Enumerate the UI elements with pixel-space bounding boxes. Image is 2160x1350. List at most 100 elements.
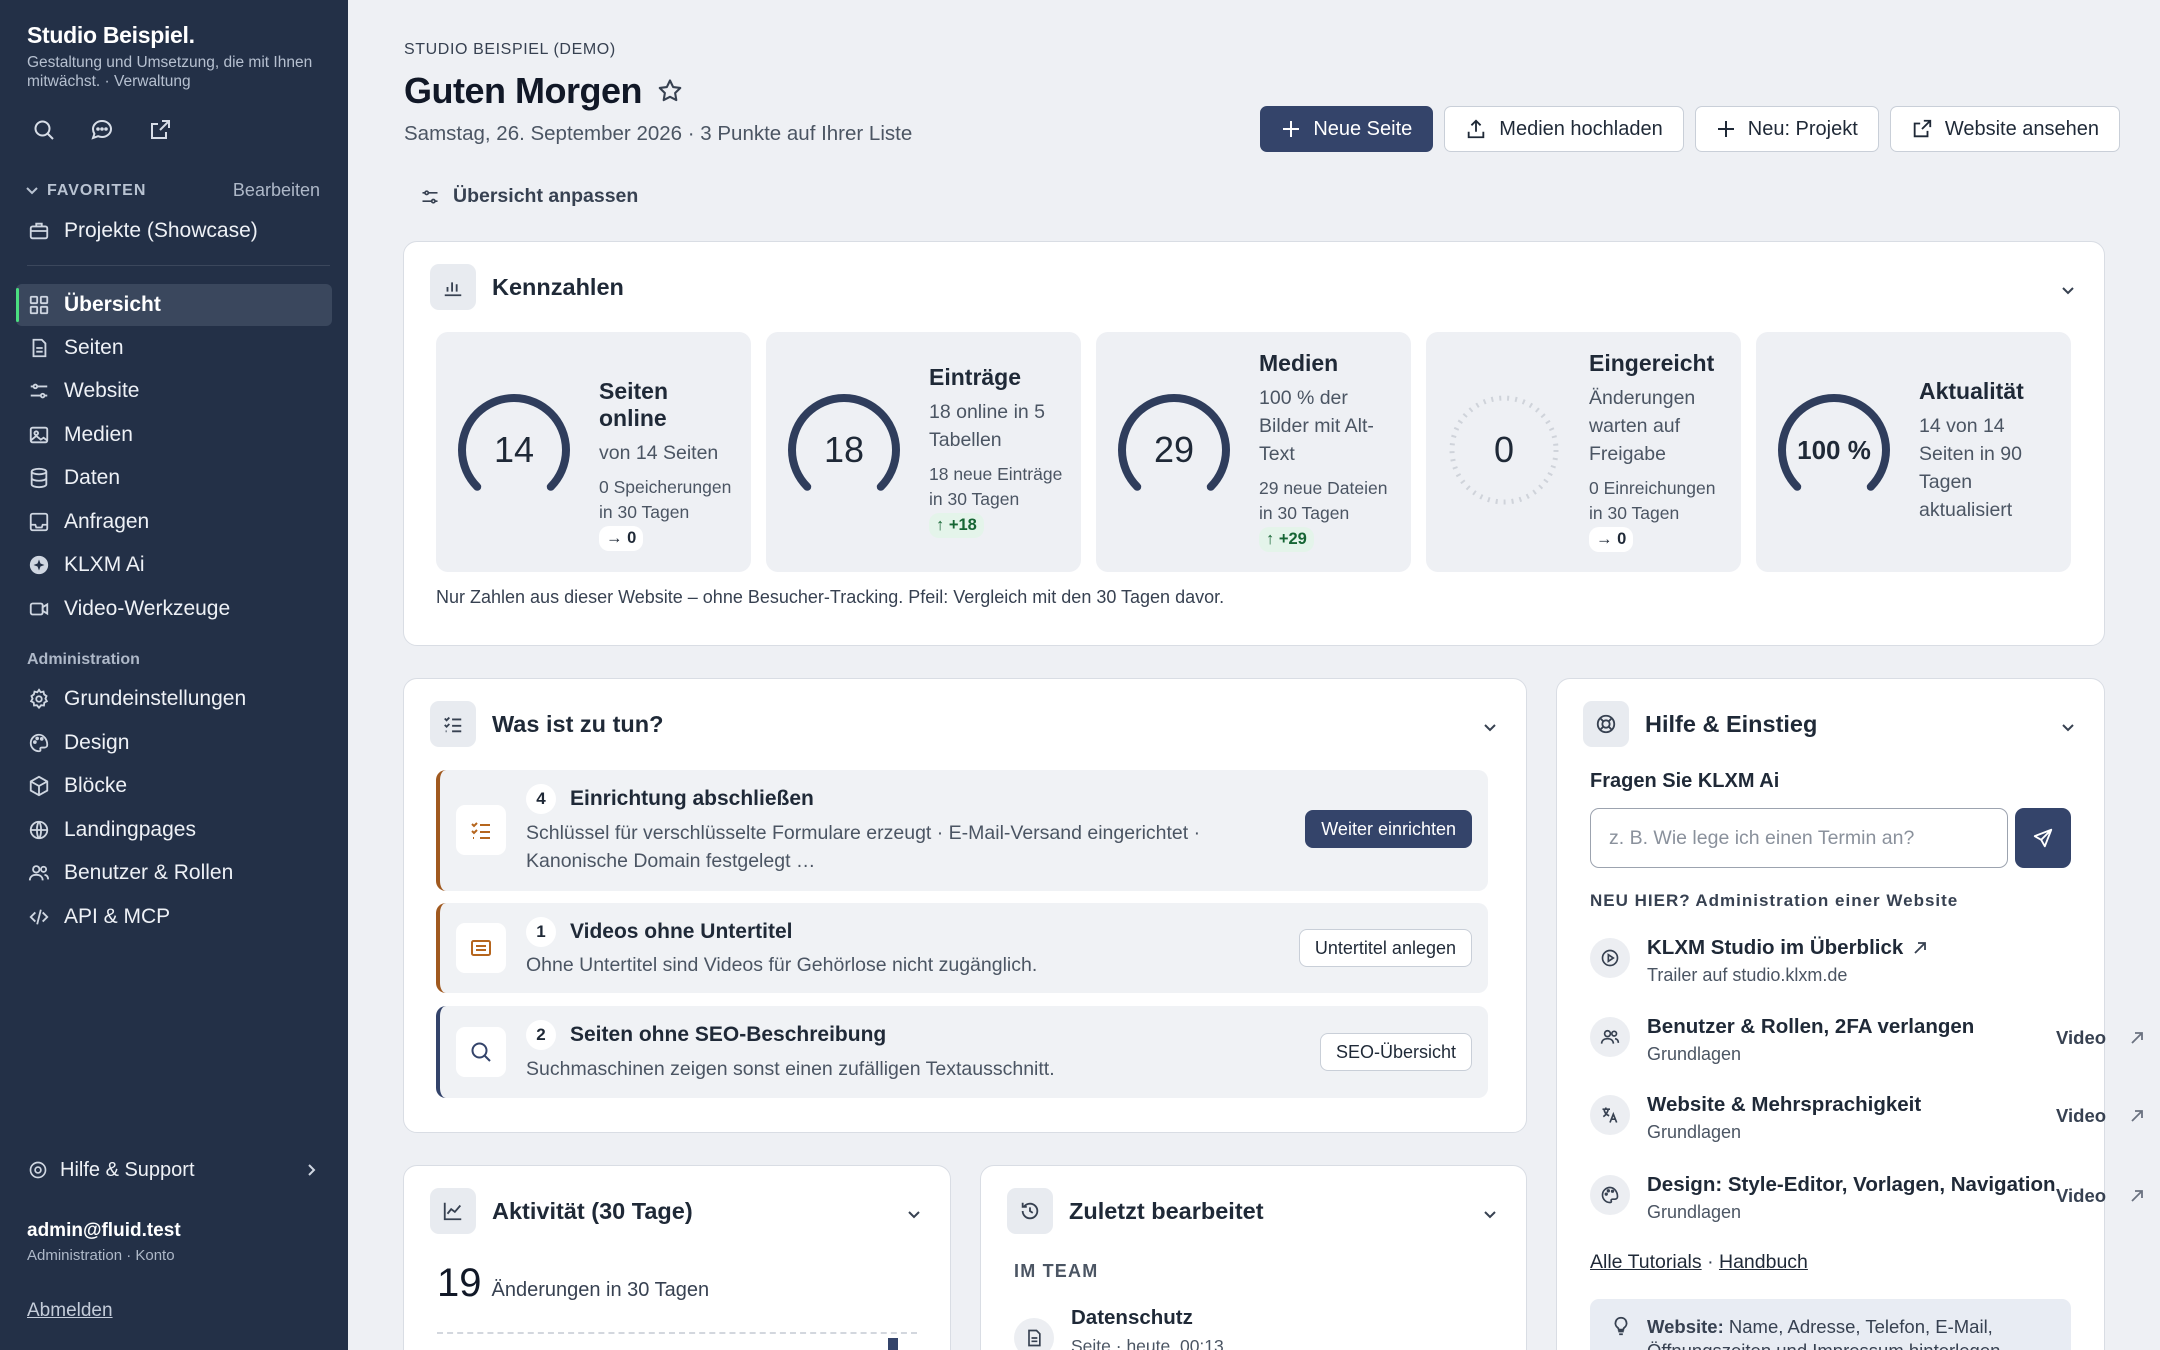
metric-card-eingereicht[interactable]: 0 Eingereicht Änderungen warten auf Frei… [1426,332,1741,572]
metric-card-seiten[interactable]: 14 Seiten online von 14 Seiten 0 Speiche… [436,332,751,572]
tutorial-video-link[interactable]: Video [2056,1027,2146,1049]
send-button[interactable] [2015,808,2071,868]
sidebar-item-label: KLXM Ai [64,553,145,576]
metric-text: Medien 100 % der Bilder mit Alt-Text 29 … [1259,350,1399,552]
chevron-down-icon[interactable] [2060,282,2076,298]
logout-link[interactable]: Abmelden [27,1300,113,1322]
ask-ai-input[interactable] [1590,808,2008,868]
activity-title: Aktivität (30 Tage) [492,1197,693,1224]
gear-icon [29,688,49,710]
new-here-label: NEU HIER? Administration einer Website [1590,891,1958,911]
sidebar-item-benutzer-rollen[interactable]: Benutzer & Rollen [16,852,332,894]
sidebar-item-seiten[interactable]: Seiten [16,327,332,369]
star-icon[interactable] [656,77,684,105]
header-actions: Neue Seite Medien hochladen Neu: Projekt… [1260,106,2120,152]
sidebar-item-medien[interactable]: Medien [16,414,332,456]
image-icon [29,426,49,444]
metric-card-medien[interactable]: 29 Medien 100 % der Bilder mit Alt-Text … [1096,332,1411,572]
metric-detail-text: 18 neue Einträge in 30 Tagen [929,464,1063,509]
view-website-button[interactable]: Website ansehen [1889,106,2120,152]
sidebar-item-api-mcp[interactable]: API & MCP [16,896,332,938]
todo-item-description: Schlüssel für verschlüsselte Formulare e… [526,822,1201,872]
brand-name[interactable]: Studio Beispiel. [27,22,317,49]
sidebar-item-uebersicht[interactable]: Übersicht [16,284,332,326]
handbook-link[interactable]: Handbuch [1719,1251,1808,1273]
chevron-down-icon[interactable] [1482,1206,1498,1222]
cube-icon [29,775,49,797]
seo-overview-button[interactable]: SEO-Übersicht [1319,1033,1472,1071]
sidebar-item-label: Medien [64,423,133,446]
todo-count: 4 [526,784,556,814]
chevron-down-icon[interactable] [2060,719,2076,735]
sidebar-item-bloecke[interactable]: Blöcke [16,765,332,807]
site-kicker: STUDIO BEISPIEL (DEMO) [404,41,616,58]
upload-media-button[interactable]: Medien hochladen [1444,106,1684,152]
help-support-link[interactable]: Hilfe & Support [16,1150,332,1190]
metric-title: Medien [1259,350,1339,376]
add-subtitles-button[interactable]: Untertitel anlegen [1298,929,1472,967]
tutorial-video-link[interactable]: Video [2056,1105,2146,1127]
sidebar-item-anfragen[interactable]: Anfragen [16,501,332,543]
new-page-button[interactable]: Neue Seite [1260,106,1434,152]
metric-description: 18 online in 5 Tabellen [929,401,1046,451]
globe-icon [29,820,49,840]
sidebar-item-design[interactable]: Design [16,722,332,764]
users-icon [1590,1017,1630,1057]
favorite-label: Projekte (Showcase) [64,219,258,242]
sidebar-item-label: Landingpages [64,818,196,841]
all-tutorials-link[interactable]: Alle Tutorials [1590,1251,1702,1273]
customize-overview-button[interactable]: Übersicht anpassen [420,185,638,208]
metric-card-eintraege[interactable]: 18 Einträge 18 online in 5 Tabellen 18 n… [766,332,1081,572]
favorites-toggle[interactable]: FAVORITEN [25,182,146,200]
metric-value: 29 [1153,429,1195,470]
open-external-icon[interactable] [146,116,174,144]
sidebar-item-label: Blöcke [64,774,128,797]
tutorial-video-link[interactable]: Video [2056,1185,2146,1207]
sidebar-item-landingpages[interactable]: Landingpages [16,809,332,851]
page-icon [32,338,47,358]
palette-icon [29,733,49,753]
database-icon [30,467,48,489]
chevron-right-icon [308,1164,316,1176]
kpi-note: Nur Zahlen aus dieser Website – ohne Bes… [436,587,1225,607]
chat-icon[interactable] [88,116,116,144]
metric-text: Aktualität 14 von 14 Seiten in 90 Tagen … [1919,378,2059,524]
sidebar-item-klxm-ai[interactable]: KLXM Ai [16,544,332,586]
kpi-card-header: Kennzahlen [430,264,624,310]
favorites-edit-link[interactable]: Bearbeiten [233,180,320,201]
chevron-down-icon[interactable] [906,1206,922,1222]
todo-item-title: Videos ohne Untertitel [570,920,793,943]
todo-item: 4 Einrichtung abschließen Schlüssel für … [436,770,1488,891]
metric-description: 14 von 14 Seiten in 90 Tagen aktualisier… [1919,415,2022,521]
kpi-card: Kennzahlen 14 Seiten online von 14 Seite… [403,241,2105,646]
metric-value: 14 [493,429,535,470]
metric-detail: 0 Einreichungen in 30 Tagen → 0 [1589,476,1729,552]
user-role: Administration · Konto [27,1247,175,1264]
users-icon [28,865,50,881]
sidebar-item-daten[interactable]: Daten [16,457,332,499]
new-project-button[interactable]: Neu: Projekt [1694,106,1879,152]
chevron-down-icon[interactable] [1482,719,1498,735]
sidebar-item-label: Grundeinstellungen [64,687,247,710]
favorite-projekte[interactable]: Projekte (Showcase) [16,210,332,252]
todo-title: Was ist zu tun? [492,710,664,737]
sidebar-item-website[interactable]: Website [16,370,332,412]
todo-item-header: 1 Videos ohne Untertitel [526,917,792,947]
user-block: admin@fluid.test Administration · Konto [27,1220,181,1264]
sidebar-tools [30,116,174,144]
todo-item-title: Einrichtung abschließen [570,787,814,810]
sidebar-item-video-werkzeuge[interactable]: Video-Werkzeuge [16,588,332,630]
video-label: Video [2056,1185,2107,1206]
website-hint[interactable]: Website: Name, Adresse, Telefon, E-Mail,… [1590,1299,2071,1350]
todo-item: 1 Videos ohne Untertitel Ohne Untertitel… [436,903,1488,993]
metric-description: 100 % der Bilder mit Alt-Text [1259,387,1374,465]
sidebar-item-grundeinstellungen[interactable]: Grundeinstellungen [16,678,332,720]
continue-setup-button[interactable]: Weiter einrichten [1305,810,1472,848]
metric-card-aktualitaet[interactable]: 100 % Aktualität 14 von 14 Seiten in 90 … [1756,332,2071,572]
metric-title: Eingereicht [1589,350,1715,376]
trend-badge: → 0 [599,526,644,551]
team-label: IM TEAM [1014,1261,1099,1281]
search-icon[interactable] [30,116,58,144]
ai-icon [29,555,49,575]
user-email[interactable]: admin@fluid.test [27,1220,181,1242]
